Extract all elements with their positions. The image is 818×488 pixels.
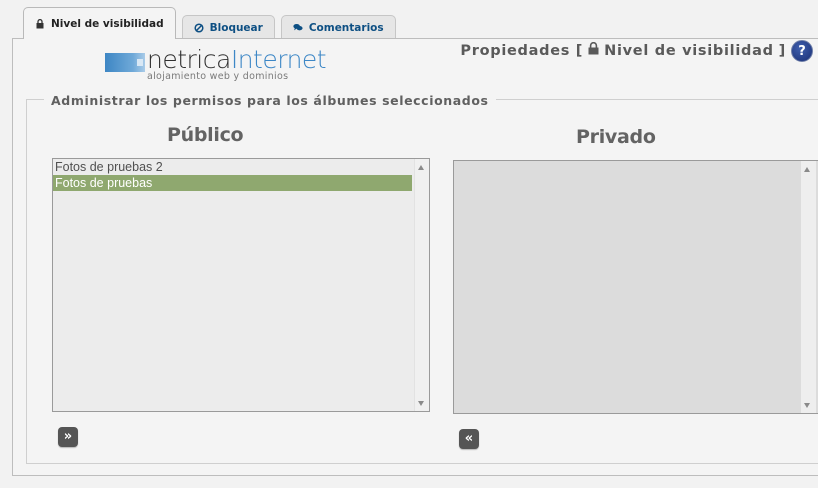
lock-icon xyxy=(35,18,45,29)
comments-icon xyxy=(293,23,303,32)
list-item[interactable]: Fotos de pruebas 2 xyxy=(53,159,412,175)
tab-visibility-level[interactable]: Nivel de visibilidad xyxy=(23,7,176,39)
properties-prefix: Propiedades [ xyxy=(460,42,584,59)
private-albums-list[interactable] xyxy=(453,160,818,414)
properties-section: Nivel de visibilidad xyxy=(604,42,774,59)
scroll-down-arrow-icon[interactable] xyxy=(418,401,424,406)
lock-icon xyxy=(588,41,599,59)
scrollbar[interactable] xyxy=(801,161,816,413)
properties-suffix: ] xyxy=(778,42,786,59)
logo-mark xyxy=(105,53,145,72)
scroll-up-arrow-icon[interactable] xyxy=(804,167,810,172)
block-icon xyxy=(194,22,204,33)
public-albums-list[interactable]: Fotos de pruebas 2 Fotos de pruebas xyxy=(52,158,430,412)
tab-label: Nivel de visibilidad xyxy=(51,17,164,30)
public-title: Público xyxy=(167,124,244,146)
netrica-logo: netricaInternet alojamiento web y domini… xyxy=(105,45,345,87)
move-to-public-button[interactable]: « xyxy=(459,429,479,449)
help-button[interactable]: ? xyxy=(791,40,813,62)
list-item[interactable]: Fotos de pruebas xyxy=(53,175,412,191)
logo-tagline: alojamiento web y dominios xyxy=(147,71,289,82)
scrollbar[interactable] xyxy=(414,159,429,411)
tab-block[interactable]: Bloquear xyxy=(181,15,275,39)
properties-heading: Propiedades [ Nivel de visibilidad ] xyxy=(460,41,786,59)
tab-comments[interactable]: Comentarios xyxy=(280,15,396,39)
move-to-private-button[interactable]: » xyxy=(58,427,78,447)
tab-label: Comentarios xyxy=(308,21,384,34)
tab-bar: Nivel de visibilidad Bloquear Comentario… xyxy=(23,7,396,39)
tab-label: Bloquear xyxy=(209,21,263,34)
private-title: Privado xyxy=(576,126,656,148)
fieldset-legend: Administrar los permisos para los álbume… xyxy=(44,93,496,108)
scroll-down-arrow-icon[interactable] xyxy=(804,403,810,408)
scroll-up-arrow-icon[interactable] xyxy=(418,165,424,170)
